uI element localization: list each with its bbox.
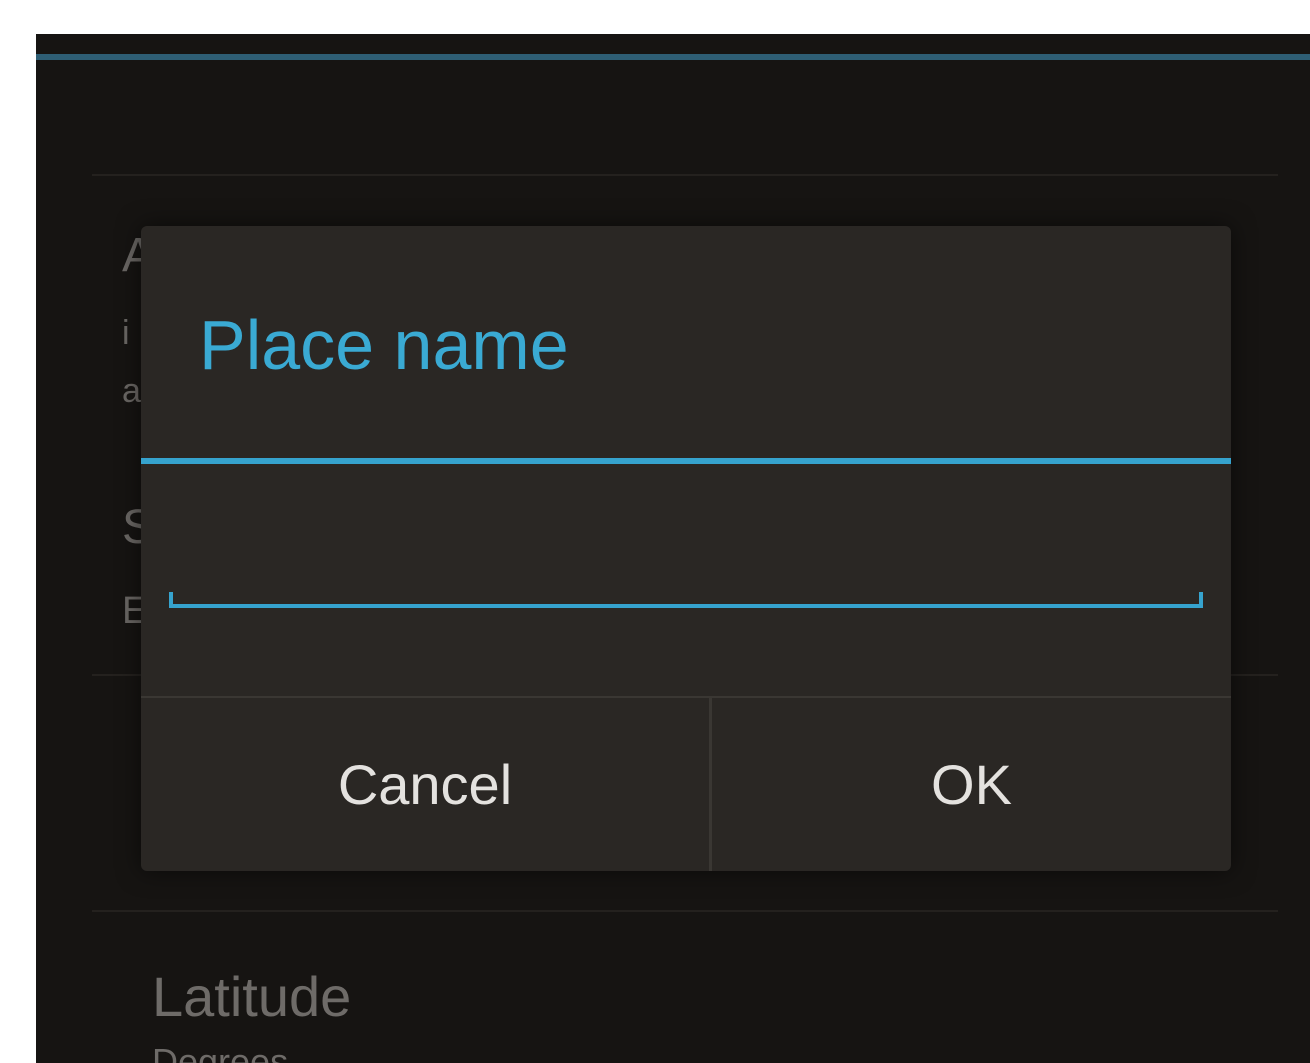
dialog-title: Place name: [199, 306, 569, 384]
dialog-title-divider: [141, 458, 1231, 464]
bg-item-summary-fragment: a: [122, 372, 141, 410]
list-divider: [92, 174, 1278, 176]
latitude-preference-title[interactable]: Latitude: [152, 969, 351, 1025]
ok-button[interactable]: OK: [712, 698, 1231, 871]
place-name-input[interactable]: [169, 556, 1203, 616]
settings-screen: A i a S E Latitude Degrees Place name Ca…: [36, 34, 1310, 1063]
action-bar-divider: [36, 54, 1310, 60]
bg-item-summary-fragment: i: [122, 314, 130, 352]
list-divider: [92, 910, 1278, 912]
latitude-preference-summary: Degrees: [152, 1041, 289, 1063]
place-name-dialog: Place name Cancel OK: [141, 226, 1231, 871]
cancel-button[interactable]: Cancel: [141, 698, 709, 871]
